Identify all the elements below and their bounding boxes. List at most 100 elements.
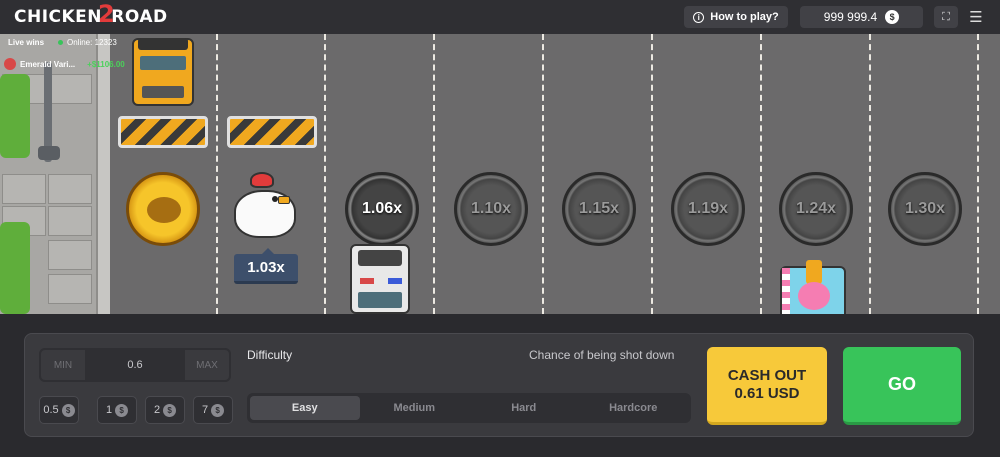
ice-cream-cone: [806, 260, 822, 284]
sidewalk-tile: [48, 274, 92, 304]
how-to-play-button[interactable]: i How to play?: [684, 6, 788, 28]
road-barrier: [227, 116, 317, 148]
logo-text-right: ROAD: [111, 7, 168, 27]
lane-divider: [433, 34, 435, 314]
police-car-roof: [358, 250, 402, 266]
truck-window: [140, 56, 186, 70]
cash-out-amount: 0.61 USD: [734, 384, 800, 402]
lane-divider: [651, 34, 653, 314]
chance-label: Chance of being shot down: [529, 348, 675, 362]
police-car-obstacle: [350, 244, 410, 314]
dollar-coin-icon: $: [885, 10, 900, 24]
street-lamp-base: [38, 146, 60, 160]
road-barrier: [118, 116, 208, 148]
bet-chip-1[interactable]: 1 $: [97, 396, 137, 424]
dollar-coin-icon: $: [211, 403, 225, 417]
logo-text-mid: 2: [98, 0, 116, 28]
lane-multiplier: 1.15x: [578, 200, 620, 217]
sidewalk-tile: [48, 174, 92, 204]
chicken-player: [232, 172, 298, 240]
lane-divider: [869, 34, 871, 314]
truck-stripe: [782, 268, 790, 314]
cash-out-button[interactable]: CASH OUT 0.61 USD: [707, 347, 827, 425]
game-root: CHICKEN 2 ROAD i How to play? 999 999.4 …: [0, 0, 1000, 457]
sidewalk-tile: [48, 74, 92, 104]
dollar-coin-icon: $: [115, 403, 129, 417]
lane-multiplier: 1.24x: [795, 200, 837, 217]
balance-display: 999 999.4 $: [800, 6, 923, 28]
fullscreen-icon: ⛶: [942, 10, 950, 23]
police-car-window: [358, 292, 402, 308]
online-dot-icon: [58, 40, 63, 45]
difficulty-easy[interactable]: Easy: [250, 396, 360, 420]
bush: [0, 222, 30, 314]
truck-grill: [142, 86, 184, 98]
lane-manhole-5[interactable]: 1.24x: [779, 172, 853, 246]
ice-cream-scoop: [798, 282, 830, 310]
sidewalk-tile: [2, 174, 46, 204]
bet-chip-2[interactable]: 2 $: [145, 396, 185, 424]
info-icon: i: [693, 11, 705, 23]
difficulty-hardcore[interactable]: Hardcore: [579, 396, 689, 420]
game-scene: Live wins Online: 12323 Emerald Vari... …: [0, 34, 1000, 314]
bet-max-button[interactable]: MAX: [183, 348, 231, 382]
fullscreen-button[interactable]: ⛶: [934, 6, 958, 28]
live-win-item: Emerald Vari... +$1106.00: [4, 56, 125, 72]
top-bar: CHICKEN 2 ROAD i How to play? 999 999.4 …: [0, 0, 1000, 34]
bet-amount-control: MIN MAX: [39, 348, 231, 382]
bet-amount-input[interactable]: [87, 348, 183, 382]
curb: [96, 34, 110, 314]
difficulty-selector: Easy Medium Hard Hardcore: [247, 393, 691, 423]
lane-divider: [977, 34, 979, 314]
lane-divider: [324, 34, 326, 314]
logo-text-left: CHICKEN: [14, 7, 103, 27]
hamburger-icon: ☰: [969, 9, 983, 26]
ice-cream-truck-obstacle: [780, 260, 846, 314]
difficulty-hard[interactable]: Hard: [469, 396, 579, 420]
chicken-comb: [250, 172, 274, 188]
win-username: Emerald Vari...: [20, 59, 76, 69]
chip-value: 2: [153, 404, 161, 416]
live-wins-label: Live wins: [8, 38, 45, 47]
lane-manhole-3[interactable]: 1.15x: [562, 172, 636, 246]
truck-roof: [138, 38, 188, 50]
lane-divider: [760, 34, 762, 314]
start-coin: [126, 172, 200, 246]
chicken-beak: [278, 196, 290, 204]
chip-value: 0.5: [43, 404, 59, 416]
how-to-play-label: How to play?: [710, 11, 779, 23]
lane-manhole-1[interactable]: 1.06x: [345, 172, 419, 246]
balance-value: 999 999.4: [823, 10, 878, 24]
bet-chip-7[interactable]: 7 $: [193, 396, 233, 424]
win-amount: +$1106.00: [87, 59, 125, 69]
difficulty-medium[interactable]: Medium: [360, 396, 470, 420]
chicken-multiplier: 1.03x: [234, 248, 298, 284]
difficulty-label: Difficulty: [247, 348, 293, 362]
online-count: Online: 12323: [58, 38, 117, 47]
online-count-text: Online: 12323: [67, 38, 117, 47]
menu-button[interactable]: ☰: [964, 6, 988, 28]
go-button[interactable]: GO: [843, 347, 961, 425]
dollar-coin-icon: $: [163, 403, 177, 417]
chip-value: 1: [105, 404, 113, 416]
avatar: [4, 58, 16, 70]
lane-multiplier: 1.10x: [470, 200, 512, 217]
game-logo: CHICKEN 2 ROAD: [14, 0, 168, 28]
dollar-coin-icon: $: [61, 403, 75, 417]
lane-manhole-4[interactable]: 1.19x: [671, 172, 745, 246]
chip-value: 7: [201, 404, 209, 416]
bet-min-button[interactable]: MIN: [39, 348, 87, 382]
lane-manhole-6[interactable]: 1.30x: [888, 172, 962, 246]
sidewalk-tile: [48, 206, 92, 236]
lane-divider: [216, 34, 218, 314]
bet-chip-0-5[interactable]: 0.5 $: [39, 396, 79, 424]
lane-multiplier: 1.19x: [687, 200, 729, 217]
lane-manhole-2[interactable]: 1.10x: [454, 172, 528, 246]
cash-out-label: CASH OUT: [727, 366, 807, 384]
police-lights: [360, 278, 402, 284]
tree-bush: [0, 74, 30, 158]
sidewalk-tile: [48, 240, 92, 270]
control-panel: MIN MAX 0.5 $ 1 $ 2 $ 7 $ Difficulty Cha…: [24, 333, 974, 437]
lane-divider: [542, 34, 544, 314]
lane-multiplier: 1.06x: [361, 200, 403, 217]
